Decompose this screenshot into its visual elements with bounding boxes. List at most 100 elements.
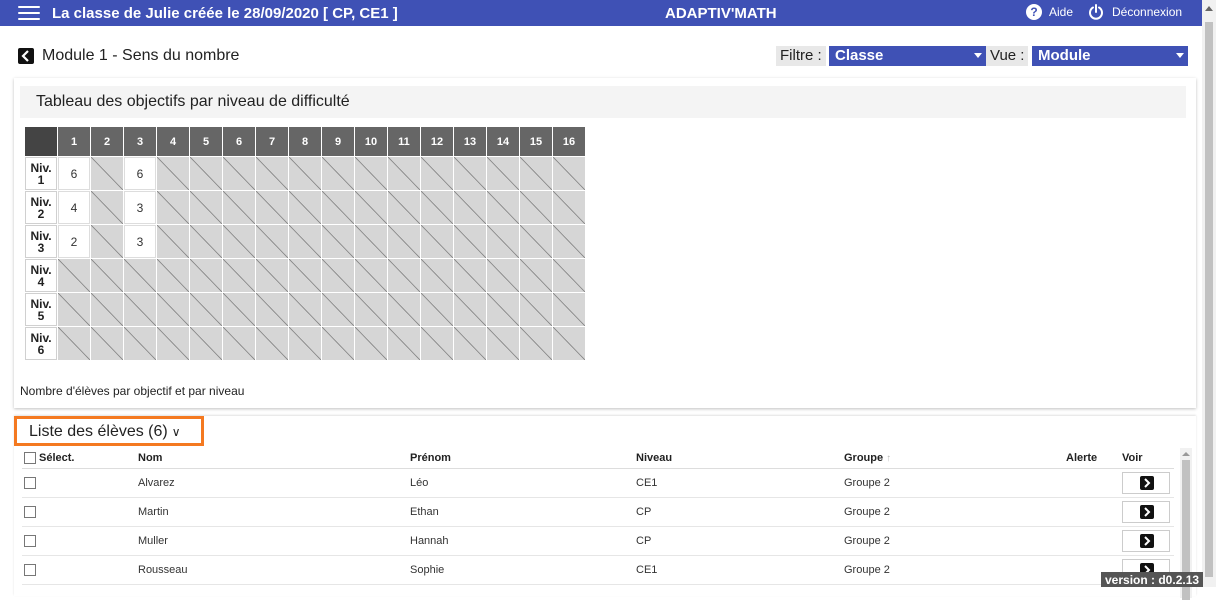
select-all-header[interactable]: Sélect.	[22, 448, 136, 469]
objective-column-header[interactable]: 16	[553, 127, 585, 156]
level-label-text: Niv.	[30, 330, 52, 345]
groupe-header-label: Groupe	[844, 451, 884, 464]
back-button[interactable]	[18, 48, 34, 64]
view-select[interactable]: Module	[1032, 46, 1188, 66]
empty-objective-cell	[256, 157, 288, 190]
objective-count-cell[interactable]: 6	[124, 157, 156, 190]
help-link[interactable]: ? Aide	[1026, 4, 1073, 20]
objective-column-header[interactable]: 10	[355, 127, 387, 156]
objective-column-header[interactable]: 5	[190, 127, 222, 156]
empty-objective-cell	[355, 157, 387, 190]
objective-column-header[interactable]: 15	[520, 127, 552, 156]
empty-objective-cell	[157, 191, 189, 224]
empty-objective-cell	[454, 293, 486, 326]
student-select-cell	[22, 497, 136, 527]
scroll-up-icon[interactable]	[1182, 452, 1190, 456]
empty-objective-cell	[256, 293, 288, 326]
empty-objective-cell	[256, 259, 288, 292]
objective-column-header[interactable]: 3	[124, 127, 156, 156]
objective-column-header[interactable]: 6	[223, 127, 255, 156]
objective-column-header[interactable]: 1	[58, 127, 90, 156]
logout-link[interactable]: Déconnexion	[1088, 4, 1182, 20]
student-row[interactable]: Rousseau Sophie CE1 Groupe 2	[22, 555, 1174, 585]
objective-column-header[interactable]: 8	[289, 127, 321, 156]
empty-objective-cell	[388, 191, 420, 224]
empty-objective-cell	[421, 293, 453, 326]
empty-objective-cell	[157, 157, 189, 190]
student-checkbox[interactable]	[24, 563, 36, 576]
view-label: Vue :	[986, 46, 1029, 66]
grid-row: Niv. 4	[25, 259, 585, 292]
student-checkbox[interactable]	[24, 476, 36, 489]
student-row[interactable]: Martin Ethan CP Groupe 2	[22, 497, 1174, 527]
objective-column-header[interactable]: 4	[157, 127, 189, 156]
empty-objective-cell	[190, 191, 222, 224]
level-label: Niv. 4	[25, 259, 57, 292]
empty-objective-cell	[520, 191, 552, 224]
objective-count-cell[interactable]: 3	[124, 225, 156, 258]
objective-column-header[interactable]: 7	[256, 127, 288, 156]
level-label: Niv. 3	[25, 225, 57, 258]
student-row[interactable]: Alvarez Léo CE1 Groupe 2	[22, 468, 1174, 498]
caret-down-icon	[974, 53, 982, 58]
view-student-button[interactable]	[1122, 500, 1170, 523]
empty-objective-cell	[124, 293, 156, 326]
scroll-up-icon[interactable]	[1205, 6, 1213, 11]
objective-column-header[interactable]: 12	[421, 127, 453, 156]
filter-select[interactable]: Classe	[829, 46, 986, 66]
student-row[interactable]: Muller Hannah CP Groupe 2	[22, 526, 1174, 556]
level-label-number: 1	[37, 172, 45, 187]
niveau-header[interactable]: Niveau	[634, 448, 842, 469]
objective-column-header[interactable]: 2	[91, 127, 123, 156]
empty-objective-cell	[157, 225, 189, 258]
empty-objective-cell	[355, 259, 387, 292]
view-student-button[interactable]	[1122, 529, 1170, 552]
empty-objective-cell	[322, 327, 354, 360]
empty-objective-cell	[223, 225, 255, 258]
level-label-text: Niv.	[30, 194, 52, 209]
objective-column-header[interactable]: 9	[322, 127, 354, 156]
groupe-header[interactable]: Groupe ↑	[842, 448, 1064, 469]
prenom-header[interactable]: Prénom	[408, 448, 634, 469]
empty-objective-cell	[190, 293, 222, 326]
level-label-number: 4	[37, 274, 45, 289]
level-label: Niv. 6	[25, 327, 57, 360]
chevron-right-icon	[1140, 475, 1154, 490]
empty-objective-cell	[322, 225, 354, 258]
page-scroll-thumb[interactable]	[1205, 22, 1213, 577]
sort-arrow-up-icon: ↑	[886, 452, 892, 464]
empty-objective-cell	[289, 259, 321, 292]
students-list-toggle[interactable]: Liste des élèves (6) ∨	[14, 416, 204, 446]
student-checkbox[interactable]	[24, 534, 36, 547]
empty-objective-cell	[553, 191, 585, 224]
empty-objective-cell	[520, 225, 552, 258]
level-label: Niv. 5	[25, 293, 57, 326]
empty-objective-cell	[124, 327, 156, 360]
student-groupe: Groupe 2	[842, 526, 1064, 556]
nom-header[interactable]: Nom	[136, 448, 408, 469]
objective-count-cell[interactable]: 2	[58, 225, 90, 258]
view-student-button[interactable]	[1122, 471, 1170, 494]
empty-objective-cell	[289, 293, 321, 326]
select-all-checkbox[interactable]	[24, 451, 36, 464]
objective-count-cell[interactable]: 4	[58, 191, 90, 224]
empty-objective-cell	[322, 157, 354, 190]
page-scrollbar[interactable]	[1202, 0, 1216, 587]
objective-count-cell[interactable]: 6	[58, 157, 90, 190]
objective-column-header[interactable]: 13	[454, 127, 486, 156]
hamburger-menu-icon[interactable]	[18, 6, 40, 20]
student-prenom: Hannah	[408, 526, 634, 556]
level-label: Niv. 2	[25, 191, 57, 224]
empty-objective-cell	[91, 157, 123, 190]
objective-count-cell[interactable]: 3	[124, 191, 156, 224]
empty-objective-cell	[388, 225, 420, 258]
student-nom: Alvarez	[136, 468, 408, 498]
alerte-header[interactable]: Alerte	[1064, 448, 1120, 469]
student-checkbox[interactable]	[24, 505, 36, 518]
objective-column-header[interactable]: 14	[487, 127, 519, 156]
select-header-label: Sélect.	[39, 451, 75, 464]
objective-column-header[interactable]: 11	[388, 127, 420, 156]
empty-objective-cell	[553, 293, 585, 326]
objectives-grid: 1 2 3 4 5 6 7 8 9 10 11 12 13 14 15 16 Niv. 1 6 6 Niv. 2 4 3 Niv…	[24, 126, 586, 361]
level-label-text: Niv.	[30, 160, 52, 175]
